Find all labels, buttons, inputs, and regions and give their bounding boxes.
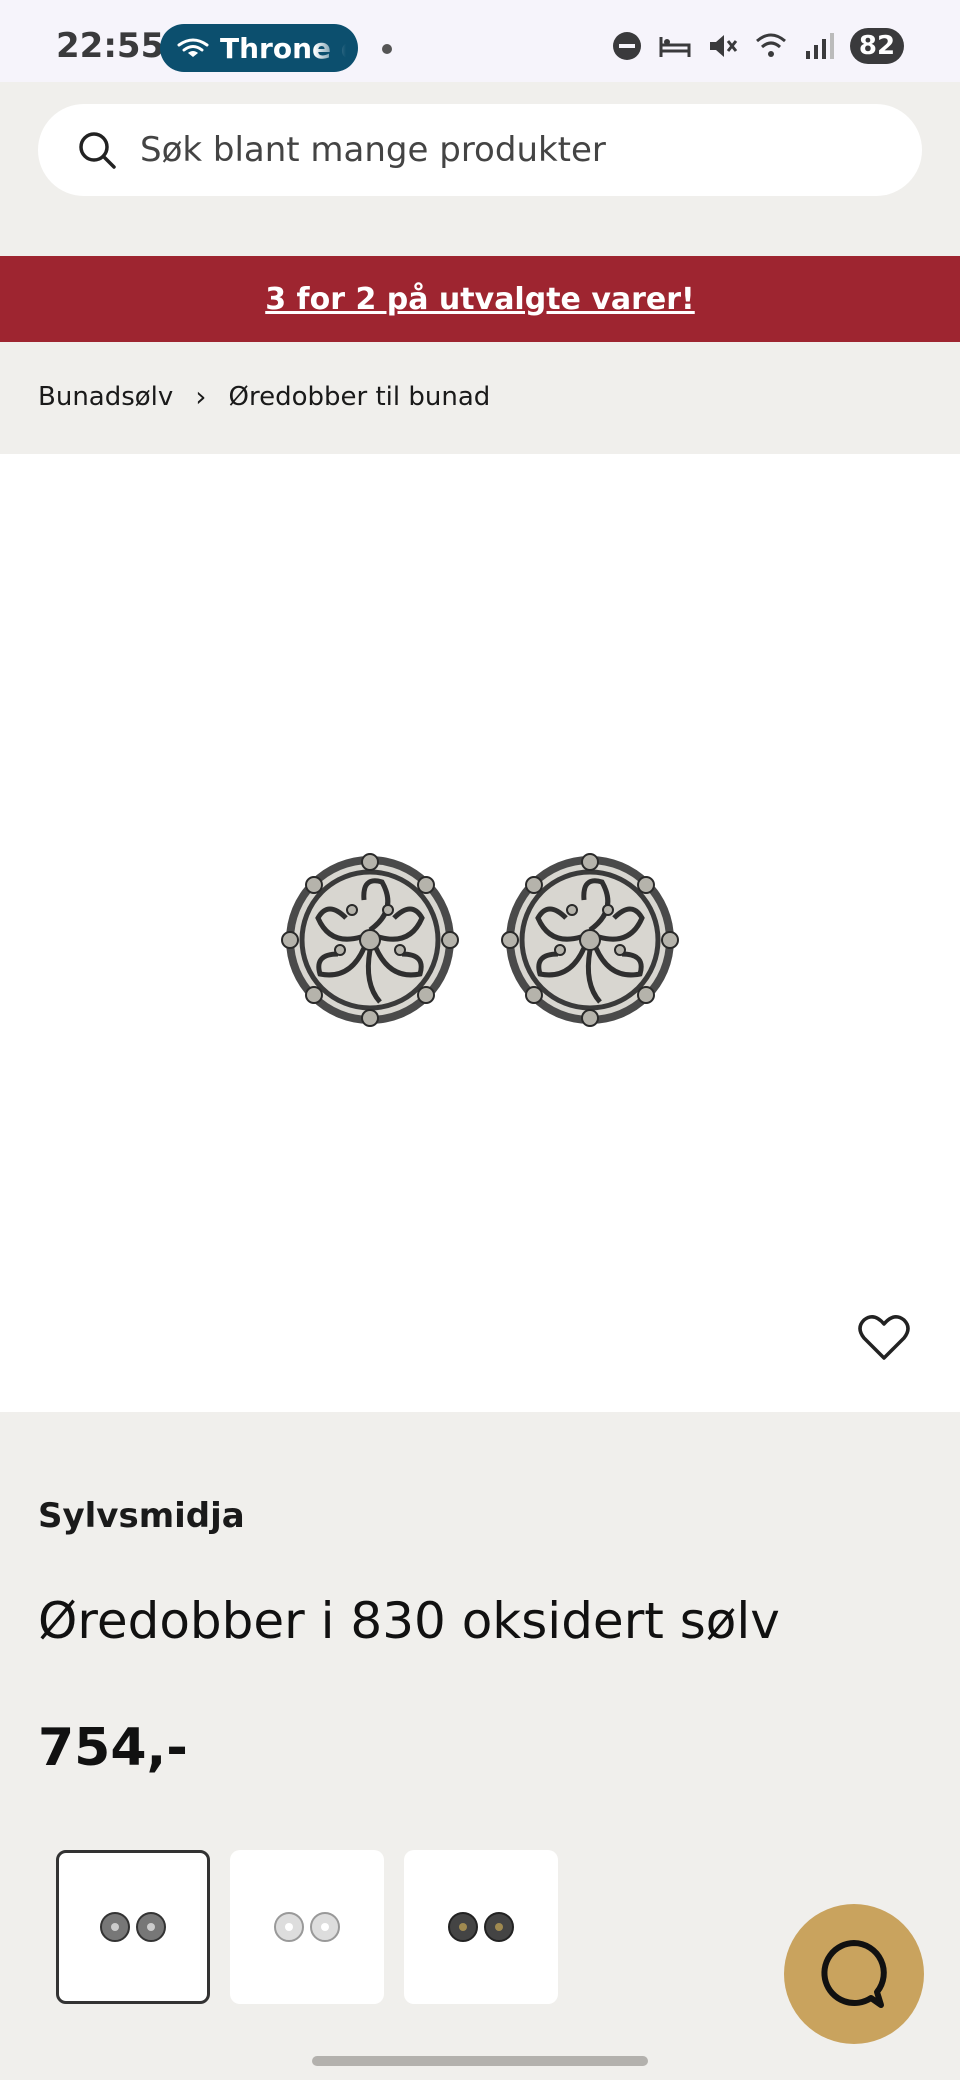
search-bar[interactable] <box>38 104 922 196</box>
product-brand[interactable]: Sylvsmidja <box>38 1496 245 1536</box>
signal-icon <box>806 33 834 59</box>
media-pill[interactable]: Throne of <box>160 24 358 72</box>
home-indicator[interactable] <box>312 2056 648 2066</box>
chevron-right-icon: › <box>195 380 207 413</box>
status-icons: 82 <box>610 28 904 64</box>
breadcrumb-item-oredobber[interactable]: Øredobber til bunad <box>229 382 491 412</box>
notification-dot <box>382 44 392 54</box>
variant-solv[interactable] <box>230 1850 384 2004</box>
wifi-icon <box>756 33 786 57</box>
heart-icon[interactable] <box>856 1310 912 1366</box>
variant-mork[interactable] <box>404 1850 558 2004</box>
media-pill-label: Throne of <box>220 31 346 65</box>
product-price: 754,- <box>38 1718 188 1778</box>
chat-bubble-icon <box>821 1940 887 2008</box>
do-not-disturb-icon <box>613 32 641 60</box>
chat-button[interactable] <box>784 1904 924 2044</box>
breadcrumb: Bunadsølv › Øredobber til bunad <box>38 380 490 413</box>
product-image <box>281 850 690 1030</box>
mute-icon <box>710 35 738 57</box>
search-icon <box>79 132 116 169</box>
battery-indicator: 82 <box>850 28 904 64</box>
search-input[interactable] <box>140 130 900 170</box>
variant-thumbnail <box>448 1912 514 1942</box>
stream-icon <box>177 38 209 57</box>
bed-icon <box>659 37 691 57</box>
product-image-area[interactable] <box>0 454 960 1412</box>
status-bar: 22:55 Throne of <box>0 0 960 82</box>
promo-banner[interactable]: 3 for 2 på utvalgte varer! <box>0 256 960 342</box>
variant-thumbnail <box>274 1912 340 1942</box>
variant-selector <box>56 1850 558 2004</box>
status-time: 22:55 <box>56 26 165 66</box>
variant-oksidert[interactable] <box>56 1850 210 2004</box>
product-title: Øredobber i 830 oksidert sølv <box>38 1592 780 1650</box>
variant-thumbnail <box>100 1912 166 1942</box>
breadcrumb-item-bunadsolv[interactable]: Bunadsølv <box>38 382 173 412</box>
promo-link[interactable]: 3 for 2 på utvalgte varer! <box>265 282 695 317</box>
